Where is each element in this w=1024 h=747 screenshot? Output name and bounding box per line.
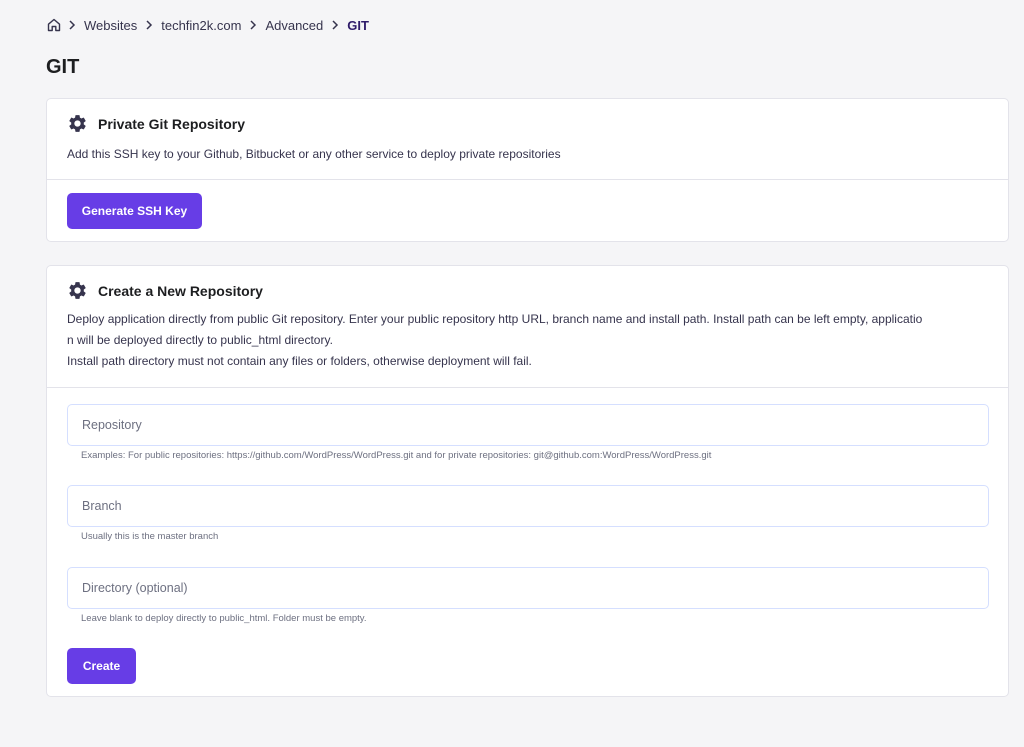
breadcrumb-websites[interactable]: Websites — [84, 18, 137, 33]
divider — [47, 387, 1008, 388]
branch-hint: Usually this is the master branch — [81, 531, 219, 542]
description-line: n will be deployed directly to public_ht… — [67, 333, 333, 347]
private-repo-card: Private Git Repository Add this SSH key … — [46, 98, 1009, 242]
new-repo-description: Deploy application directly from public … — [67, 309, 988, 372]
new-repo-card: Create a New Repository Deploy applicati… — [46, 265, 1009, 697]
repository-hint: Examples: For public repositories: https… — [81, 450, 712, 461]
new-repo-title: Create a New Repository — [98, 282, 263, 299]
breadcrumb: Websites techfin2k.com Advanced GIT — [46, 17, 371, 33]
gear-icon — [67, 280, 88, 301]
branch-input[interactable]: Branch — [67, 485, 989, 527]
description-line: Deploy application directly from public … — [67, 312, 923, 326]
chevron-right-icon — [139, 20, 159, 30]
directory-input[interactable]: Directory (optional) — [67, 567, 989, 609]
page-title: GIT — [46, 56, 80, 78]
chevron-right-icon — [243, 20, 263, 30]
directory-hint: Leave blank to deploy directly to public… — [81, 613, 367, 624]
create-button[interactable]: Create — [67, 648, 136, 684]
divider — [47, 179, 1008, 180]
private-repo-title: Private Git Repository — [98, 115, 246, 132]
chevron-right-icon — [325, 20, 345, 30]
private-repo-description: Add this SSH key to your Github, Bitbuck… — [67, 147, 561, 161]
gear-icon — [67, 113, 88, 134]
breadcrumb-current: GIT — [347, 17, 369, 33]
repository-input[interactable]: Repository — [67, 404, 989, 446]
generate-ssh-key-button[interactable]: Generate SSH Key — [67, 193, 202, 229]
breadcrumb-advanced[interactable]: Advanced — [265, 18, 323, 33]
description-line: Install path directory must not contain … — [67, 354, 532, 368]
breadcrumb-domain[interactable]: techfin2k.com — [161, 18, 241, 33]
home-icon[interactable] — [46, 17, 62, 33]
chevron-right-icon — [62, 20, 82, 30]
